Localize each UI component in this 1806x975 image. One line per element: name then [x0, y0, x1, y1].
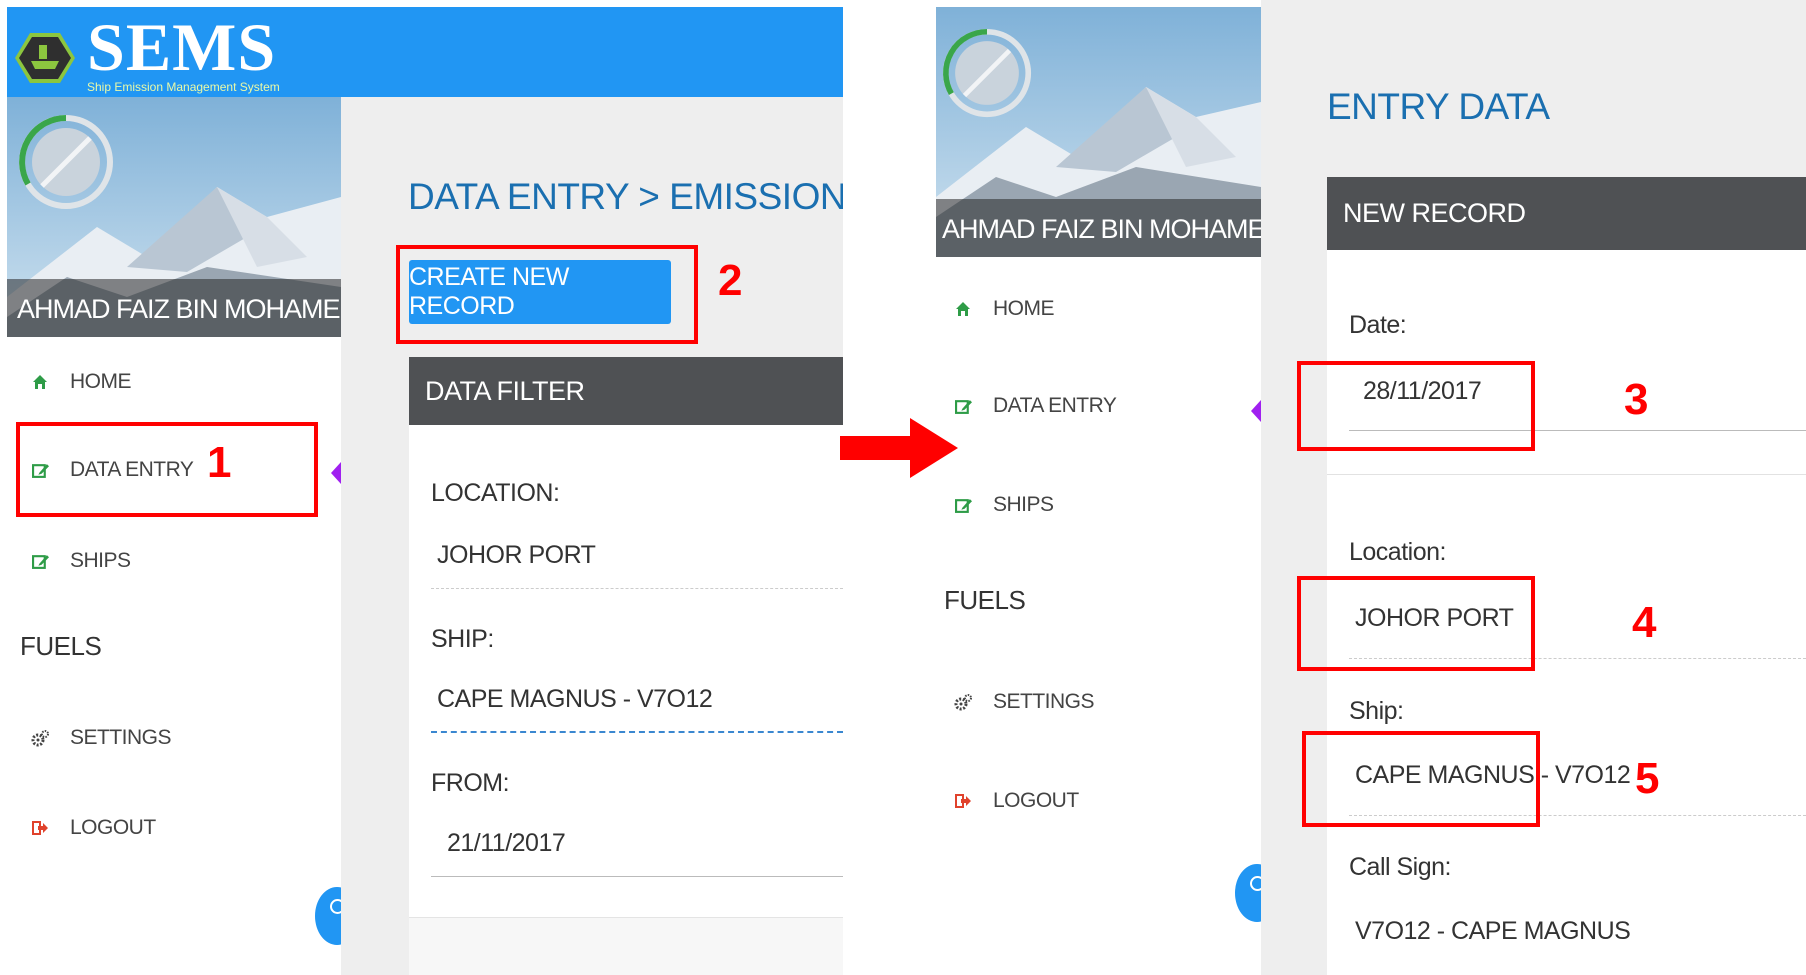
username-bar: AHMAD FAIZ BIN MOHAMED: [936, 199, 1261, 257]
ship-label: Ship:: [1349, 697, 1404, 725]
profile-banner: AHMAD FAIZ BIN MOHAMED: [936, 7, 1261, 257]
nav-item-data-entry[interactable]: DATA ENTRY: [953, 386, 1117, 426]
nav-label-settings: SETTINGS: [70, 726, 172, 749]
highlight-box-2: [396, 245, 698, 344]
step-number-4: 4: [1632, 598, 1657, 647]
gears-icon: [953, 692, 973, 712]
sign-out-icon: [953, 791, 973, 811]
app-subtitle: Ship Emission Management System: [87, 80, 280, 94]
home-icon: [30, 372, 50, 392]
page-title: ENTRY DATA: [1327, 86, 1550, 127]
username: AHMAD FAIZ BIN MOHAMED: [17, 294, 341, 324]
gears-icon: [30, 728, 50, 748]
location-underline: [431, 588, 843, 589]
ship-underline: [431, 731, 843, 733]
step-number-1: 1: [207, 438, 232, 487]
nav-item-fuels[interactable]: FUELS: [944, 585, 1026, 616]
location-select[interactable]: JOHOR PORT: [437, 541, 596, 570]
step-number-5: 5: [1635, 754, 1660, 803]
nav-item-logout[interactable]: LOGOUT: [953, 781, 1079, 821]
step-number-2: 2: [718, 256, 743, 305]
nav-item-settings[interactable]: SETTINGS: [30, 718, 172, 758]
section-divider: [1327, 474, 1806, 475]
sign-out-icon: [30, 818, 50, 838]
nav-item-logout[interactable]: LOGOUT: [30, 808, 156, 848]
ship-label: SHIP:: [431, 625, 494, 653]
location-label: LOCATION:: [431, 479, 560, 507]
nav-label-ships: SHIPS: [993, 493, 1054, 516]
data-filter-card: DATA FILTER LOCATION: JOHOR PORT SHIP: C…: [409, 357, 843, 975]
username-bar: AHMAD FAIZ BIN MOHAMED: [7, 279, 341, 337]
card-title: NEW RECORD: [1327, 177, 1806, 250]
ship-select[interactable]: CAPE MAGNUS - V7O12: [437, 685, 713, 714]
step-number-3: 3: [1624, 375, 1649, 424]
edit-icon: [953, 495, 973, 515]
highlight-box-4: [1297, 576, 1535, 671]
nav-label-logout: LOGOUT: [70, 816, 156, 839]
avatar: [18, 114, 114, 210]
nav-label-home: HOME: [70, 370, 132, 393]
nav-item-fuels[interactable]: FUELS: [20, 631, 102, 662]
nav-item-settings[interactable]: SETTINGS: [953, 682, 1095, 722]
nav-label-settings: SETTINGS: [993, 690, 1095, 713]
highlight-box-3: [1297, 361, 1535, 451]
active-indicator: [1251, 400, 1261, 422]
nav-label-data-entry: DATA ENTRY: [993, 394, 1117, 417]
sems-logo-icon: [15, 33, 75, 83]
card-footer: [409, 917, 843, 975]
screen-data-entry: SEMS Ship Emission Management System AHM…: [0, 0, 843, 975]
card-title: DATA FILTER: [409, 357, 843, 425]
nav-label-logout: LOGOUT: [993, 789, 1079, 812]
app-header: SEMS Ship Emission Management System: [7, 7, 843, 97]
highlight-box-1: [16, 422, 318, 517]
page-title: DATA ENTRY > EMISSION: [408, 176, 843, 217]
username: AHMAD FAIZ BIN MOHAMED: [942, 214, 1261, 244]
avatar: [942, 25, 1032, 121]
date-label: Date:: [1349, 311, 1407, 339]
active-indicator: [331, 462, 341, 484]
screen-entry-data: AHMAD FAIZ BIN MOHAMED HOME DATA ENTRY S…: [936, 0, 1806, 975]
nav-item-home[interactable]: HOME: [953, 289, 1055, 329]
callsign-value: V7O12 - CAPE MAGNUS: [1355, 917, 1631, 945]
home-icon: [953, 299, 973, 319]
highlight-box-5: [1302, 731, 1540, 827]
from-label: FROM:: [431, 769, 510, 797]
nav-label-ships: SHIPS: [70, 549, 131, 572]
app-title: SEMS: [87, 9, 277, 85]
callsign-label: Call Sign:: [1349, 853, 1452, 881]
nav-item-home[interactable]: HOME: [30, 362, 132, 402]
nav-label-home: HOME: [993, 297, 1055, 320]
nav-item-ships[interactable]: SHIPS: [30, 541, 131, 581]
from-underline: [431, 876, 843, 877]
edit-icon: [30, 551, 50, 571]
nav-item-ships[interactable]: SHIPS: [953, 485, 1054, 525]
location-label: Location:: [1349, 538, 1446, 566]
from-date-input[interactable]: 21/11/2017: [447, 829, 566, 858]
edit-icon: [953, 396, 973, 416]
profile-banner: AHMAD FAIZ BIN MOHAMED: [7, 97, 341, 337]
